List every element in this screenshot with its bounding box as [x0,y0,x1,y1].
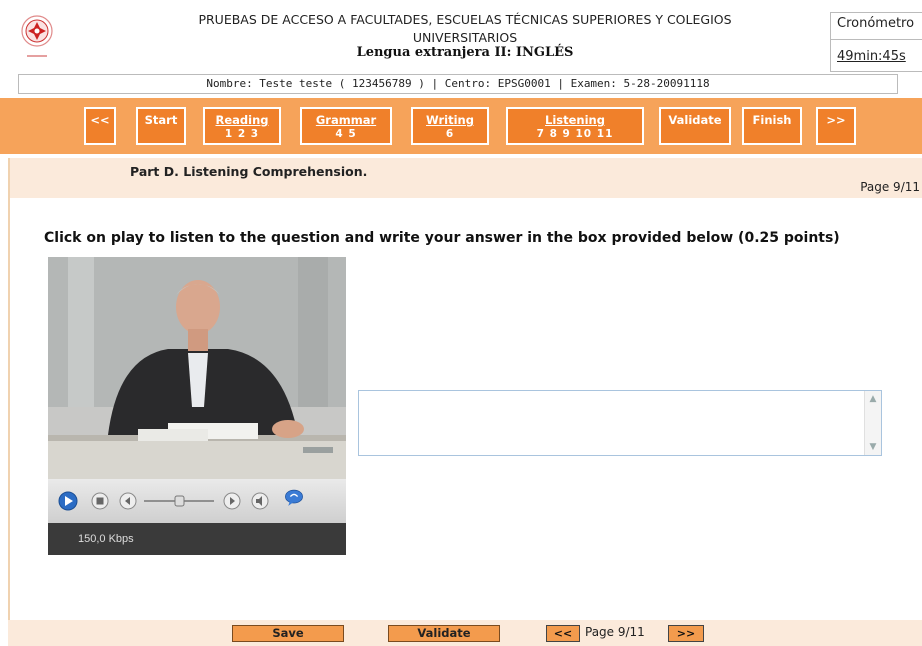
university-seal-icon [20,10,54,70]
exam-header: PRUEBAS DE ACCESO A FACULTADES, ESCUELAS… [0,0,922,72]
nav-grammar-pages: 4 5 [335,128,357,140]
nav-listening-button[interactable]: Listening 7 8 9 10 11 [506,107,644,145]
nav-prev-button[interactable]: << [84,107,116,145]
answer-field-container: ▲ ▼ [358,390,882,456]
exam-title-line1: PRUEBAS DE ACCESO A FACULTADES, ESCUELAS… [198,12,732,27]
answer-scrollbar[interactable]: ▲ ▼ [864,391,881,455]
chat-icon[interactable] [284,488,304,508]
video-frame [48,257,346,479]
seek-slider[interactable] [144,495,214,507]
bottom-page-indicator: Page 9/11 [585,625,645,639]
save-button[interactable]: Save [232,625,344,642]
question-instructions: Click on play to listen to the question … [44,230,840,246]
part-header-bar: Part D. Listening Comprehension. Page 9/… [10,158,922,198]
rewind-icon[interactable] [118,491,138,511]
nav-reading-button[interactable]: Reading 1 2 3 [203,107,281,145]
bottom-prev-page-button[interactable]: << [546,625,580,642]
scroll-down-icon[interactable]: ▼ [867,441,879,453]
stop-icon[interactable] [90,491,110,511]
nav-grammar-label: Grammar [315,113,377,127]
timer-label: Cronómetro [837,16,915,31]
answer-textarea[interactable] [359,391,865,455]
timer-box: Cronómetro 49min:45s [830,12,922,72]
fast-forward-icon[interactable] [222,491,242,511]
bottom-action-bar: Save Validate << Page 9/11 >> [8,620,922,646]
nav-start-button[interactable]: Start [136,107,186,145]
player-controls [48,479,346,523]
nav-validate-label: Validate [668,113,722,127]
candidate-info-bar: Nombre: Teste teste ( 123456789 ) | Cent… [18,74,898,94]
timer-value: 49min:45s [837,49,906,64]
nav-finish-button[interactable]: Finish [742,107,802,145]
nav-reading-pages: 1 2 3 [224,128,260,140]
nav-listening-pages: 7 8 9 10 11 [536,128,614,140]
nav-finish-label: Finish [752,113,792,127]
volume-icon[interactable] [250,491,270,511]
part-title: Part D. Listening Comprehension. [130,164,368,179]
video-player[interactable]: 150,0 Kbps [48,257,346,555]
exam-title-line2: UNIVERSITARIOS [412,30,518,45]
nav-grammar-button[interactable]: Grammar 4 5 [300,107,392,145]
bitrate-label: 150,0 Kbps [78,533,134,545]
question-panel: Part D. Listening Comprehension. Page 9/… [8,158,922,620]
player-status-bar: 150,0 Kbps [48,523,346,555]
nav-writing-button[interactable]: Writing 6 [411,107,489,145]
exam-navigation: << Start Reading 1 2 3 Grammar 4 5 Writi… [0,98,922,154]
scroll-up-icon[interactable]: ▲ [867,393,879,405]
nav-listening-label: Listening [545,113,605,127]
timer-divider [831,39,922,40]
bottom-validate-button[interactable]: Validate [388,625,500,642]
exam-subject-title: Lengua extranjera II: INGLÉS [356,45,574,60]
page-indicator: Page 9/11 [860,180,920,194]
play-icon[interactable] [58,491,78,511]
bottom-next-page-button[interactable]: >> [668,625,704,642]
nav-writing-label: Writing [426,113,474,127]
nav-start-label: Start [144,113,178,127]
nav-writing-pages: 6 [445,128,455,140]
nav-next-label: >> [826,113,846,127]
nav-reading-label: Reading [215,113,269,127]
nav-prev-label: << [90,113,110,127]
nav-validate-button[interactable]: Validate [659,107,731,145]
nav-next-button[interactable]: >> [816,107,856,145]
